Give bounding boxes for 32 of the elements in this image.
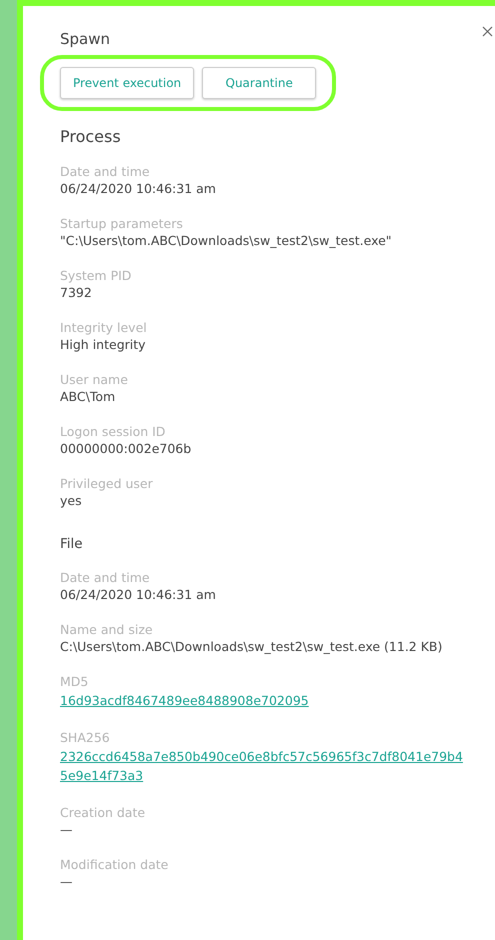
- field-label: User name: [60, 372, 129, 387]
- field-label: Date and time: [60, 164, 151, 179]
- panel-title: Spawn: [60, 30, 110, 48]
- field-value: "C:\Users\tom.ABC\Downloads\sw_test2\sw_test.exe": [60, 233, 393, 248]
- field-value: yes: [60, 493, 83, 508]
- field-value: 7392: [60, 285, 93, 300]
- field-label: System PID: [60, 268, 132, 283]
- field-label: Privileged user: [60, 476, 154, 491]
- field-value: 06/24/2020 10:46:31 am: [60, 587, 217, 602]
- field-label: MD5: [60, 674, 90, 689]
- field-value: ABC\Tom: [60, 389, 116, 404]
- action-button[interactable]: Prevent execution: [60, 67, 194, 99]
- field-label: Modification date: [60, 857, 170, 872]
- field-label: Creation date: [60, 805, 146, 820]
- action-button[interactable]: Quarantine: [202, 67, 316, 99]
- field-label: Integrity level: [60, 320, 148, 335]
- field-label: SHA256: [60, 730, 111, 745]
- field-value: 06/24/2020 10:46:31 am: [60, 181, 217, 196]
- field-label: Date and time: [60, 570, 151, 585]
- field-label: Logon session ID: [60, 424, 166, 439]
- hash-link[interactable]: 2326ccd6458a7e850b490ce06e8bfc57c56965f3c7df8041e79b45e9e14f73a3: [60, 747, 468, 785]
- section-heading: File: [60, 536, 84, 552]
- section-heading: Process: [60, 127, 122, 146]
- field-value: High integrity: [60, 337, 147, 352]
- field-value: —: [60, 822, 74, 837]
- close-icon[interactable]: [482, 26, 493, 37]
- field-label: Name and size: [60, 622, 154, 637]
- hash-link[interactable]: 16d93acdf8467489ee8488908e702095: [60, 691, 468, 710]
- field-label: Startup parameters: [60, 216, 184, 231]
- field-value: 00000000:002e706b: [60, 441, 192, 456]
- field-value: C:\Users\tom.ABC\Downloads\sw_test2\sw_test.exe (11.2 KB): [60, 639, 444, 654]
- field-value: —: [60, 874, 74, 889]
